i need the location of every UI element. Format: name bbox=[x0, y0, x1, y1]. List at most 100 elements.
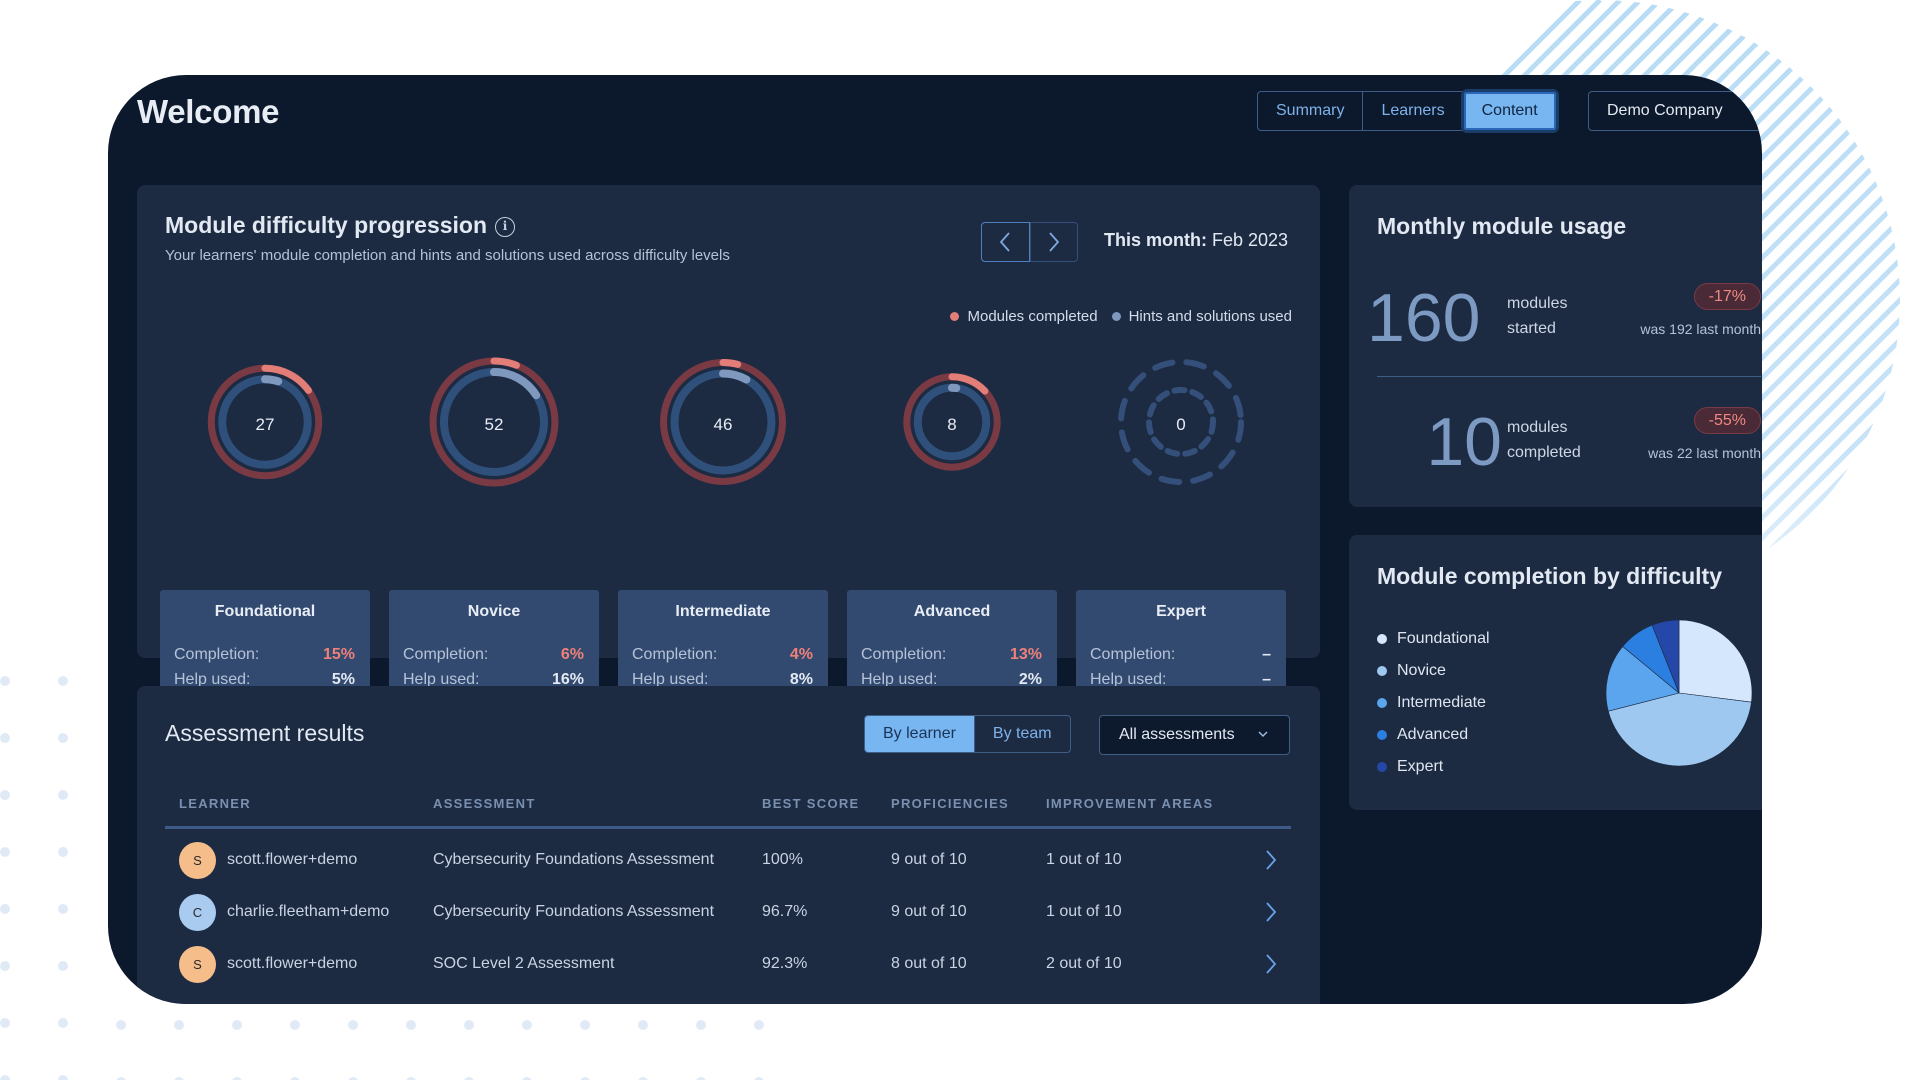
avatar: C bbox=[179, 894, 216, 931]
decorative-dot bbox=[290, 1020, 300, 1030]
month-navigation bbox=[981, 222, 1078, 262]
card-title: Intermediate bbox=[675, 603, 771, 620]
divider bbox=[1377, 376, 1761, 377]
table-row[interactable]: S scott.flower+demo SOC Level 2 Assessme… bbox=[165, 938, 1291, 990]
decorative-dot bbox=[58, 1018, 68, 1028]
learner-name: charlie.fleetham+demo bbox=[227, 903, 390, 920]
decorative-stripe bbox=[1758, 0, 1900, 600]
decorative-dot bbox=[580, 1020, 590, 1030]
monthly-usage-title: Monthly module usage bbox=[1377, 213, 1627, 239]
tab-summary[interactable]: Summary bbox=[1258, 92, 1364, 130]
chevron-right-icon bbox=[1049, 232, 1059, 252]
legend-dot-icon bbox=[1377, 666, 1387, 676]
legend-label: Modules completed bbox=[967, 308, 1098, 325]
best-score: 100% bbox=[762, 851, 803, 868]
legend-hints-used: Hints and solutions used bbox=[1111, 308, 1292, 325]
assessment-name: Cybersecurity Foundations Assessment bbox=[433, 851, 715, 868]
card-title: Foundational bbox=[214, 603, 316, 620]
tab-content[interactable]: Content bbox=[1463, 92, 1556, 130]
ring-count: 8 bbox=[947, 415, 957, 434]
ring-count: 0 bbox=[1176, 415, 1186, 434]
completion-value: – bbox=[1262, 646, 1271, 663]
decorative-stripe bbox=[1778, 0, 1900, 600]
legend-label: Novice bbox=[1397, 662, 1446, 679]
decorative-dot bbox=[522, 1020, 532, 1030]
decorative-dot bbox=[0, 961, 10, 971]
completion-label: Completion: bbox=[1090, 646, 1176, 663]
chevron-down-icon bbox=[1257, 716, 1269, 769]
decorative-stripe bbox=[1738, 0, 1900, 600]
learner-name: scott.flower+demo bbox=[227, 955, 358, 972]
modules-started-value: 160 bbox=[1367, 280, 1481, 356]
info-icon[interactable]: i bbox=[495, 217, 516, 237]
column-header-learner[interactable]: LEARNER bbox=[179, 796, 251, 811]
month-value: Feb 2023 bbox=[1212, 230, 1289, 250]
ring-count: 27 bbox=[255, 415, 275, 434]
next-month-button[interactable] bbox=[1029, 223, 1078, 261]
decorative-dot bbox=[696, 1020, 706, 1030]
decorative-stripe bbox=[1798, 0, 1900, 600]
decorative-dot bbox=[232, 1020, 242, 1030]
column-header-best-score[interactable]: BEST SCORE bbox=[762, 796, 860, 811]
table-row[interactable]: C charlie.fleetham+demo Cybersecurity Fo… bbox=[165, 886, 1291, 938]
table-header: LEARNER ASSESSMENT BEST SCORE PROFICIENC… bbox=[165, 796, 1291, 829]
proficiencies: 8 out of 10 bbox=[891, 955, 967, 972]
decorative-dot bbox=[0, 847, 10, 857]
assessment-results-panel: Assessment results By learner By team Al… bbox=[137, 686, 1320, 1004]
completion-value: 4% bbox=[789, 646, 813, 663]
legend-item-intermediate: Intermediate bbox=[1377, 687, 1490, 719]
chevron-right-icon[interactable] bbox=[1265, 938, 1277, 1004]
previous-month-button[interactable] bbox=[981, 222, 1030, 262]
completion-value: 15% bbox=[322, 646, 355, 663]
avatar: S bbox=[179, 946, 216, 983]
decorative-dot bbox=[754, 1020, 764, 1030]
decorative-dot bbox=[58, 1075, 68, 1080]
decorative-dot bbox=[58, 676, 68, 686]
by-team-button[interactable]: By team bbox=[973, 716, 1070, 752]
completion-pie-chart bbox=[1605, 619, 1753, 767]
improvement-areas: 2 out of 10 bbox=[1046, 955, 1122, 972]
column-header-assessment[interactable]: ASSESSMENT bbox=[433, 796, 536, 811]
decorative-dot bbox=[58, 961, 68, 971]
learner-name: scott.flower+demo bbox=[227, 851, 358, 868]
decorative-dot bbox=[0, 733, 10, 743]
decorative-dot bbox=[0, 676, 10, 686]
by-learner-button[interactable]: By learner bbox=[865, 716, 974, 752]
completion-label: Completion: bbox=[632, 646, 718, 663]
legend-label: Hints and solutions used bbox=[1128, 308, 1292, 325]
column-header-improvement-areas[interactable]: IMPROVEMENT AREAS bbox=[1046, 796, 1214, 811]
decorative-stripe bbox=[1878, 0, 1900, 600]
pie-legend: Foundational Novice Intermediate Advance… bbox=[1377, 623, 1490, 783]
completion-value: 6% bbox=[560, 646, 584, 663]
change-badge: -55% bbox=[1693, 407, 1761, 434]
legend-item-novice: Novice bbox=[1377, 655, 1490, 687]
decorative-stripe bbox=[1898, 0, 1900, 600]
assessment-filter-value: All assessments bbox=[1119, 726, 1235, 743]
legend-dot-icon bbox=[1111, 312, 1121, 321]
decorative-dot bbox=[348, 1020, 358, 1030]
decorative-dot bbox=[116, 1020, 126, 1030]
decorative-stripe bbox=[1818, 0, 1900, 600]
assessment-filter-select[interactable]: All assessments bbox=[1099, 715, 1290, 755]
ring-novice: 52 bbox=[389, 350, 599, 500]
card-title: Expert bbox=[1156, 603, 1206, 620]
month-label: This month: bbox=[1104, 230, 1207, 250]
company-select[interactable]: Demo Company bbox=[1588, 91, 1762, 131]
previous-value: was 22 last month bbox=[1648, 445, 1761, 461]
view-tabs: Summary Learners Content bbox=[1257, 91, 1557, 131]
column-header-proficiencies[interactable]: PROFICIENCIES bbox=[891, 796, 1009, 811]
best-score: 96.7% bbox=[762, 903, 808, 920]
ring-intermediate: 46 bbox=[618, 350, 828, 500]
card-title: Advanced bbox=[913, 603, 991, 620]
modules-started-stat: 160 modules started -17% was 192 last mon… bbox=[1367, 283, 1761, 353]
legend-dot-icon bbox=[1377, 698, 1387, 708]
table-row[interactable]: S scott.flower+demo Cybersecurity Founda… bbox=[165, 834, 1291, 886]
completion-label: Completion: bbox=[403, 646, 489, 663]
tab-learners[interactable]: Learners bbox=[1363, 92, 1464, 130]
modules-completed-stat: 10 modules completed -55% was 22 last mon… bbox=[1377, 407, 1761, 477]
progression-legend: Modules completed Hints and solutions us… bbox=[950, 308, 1292, 325]
decorative-dot bbox=[464, 1020, 474, 1030]
ring-count: 46 bbox=[713, 415, 733, 434]
legend-item-foundational: Foundational bbox=[1377, 623, 1490, 655]
chevron-left-icon bbox=[1000, 232, 1010, 252]
